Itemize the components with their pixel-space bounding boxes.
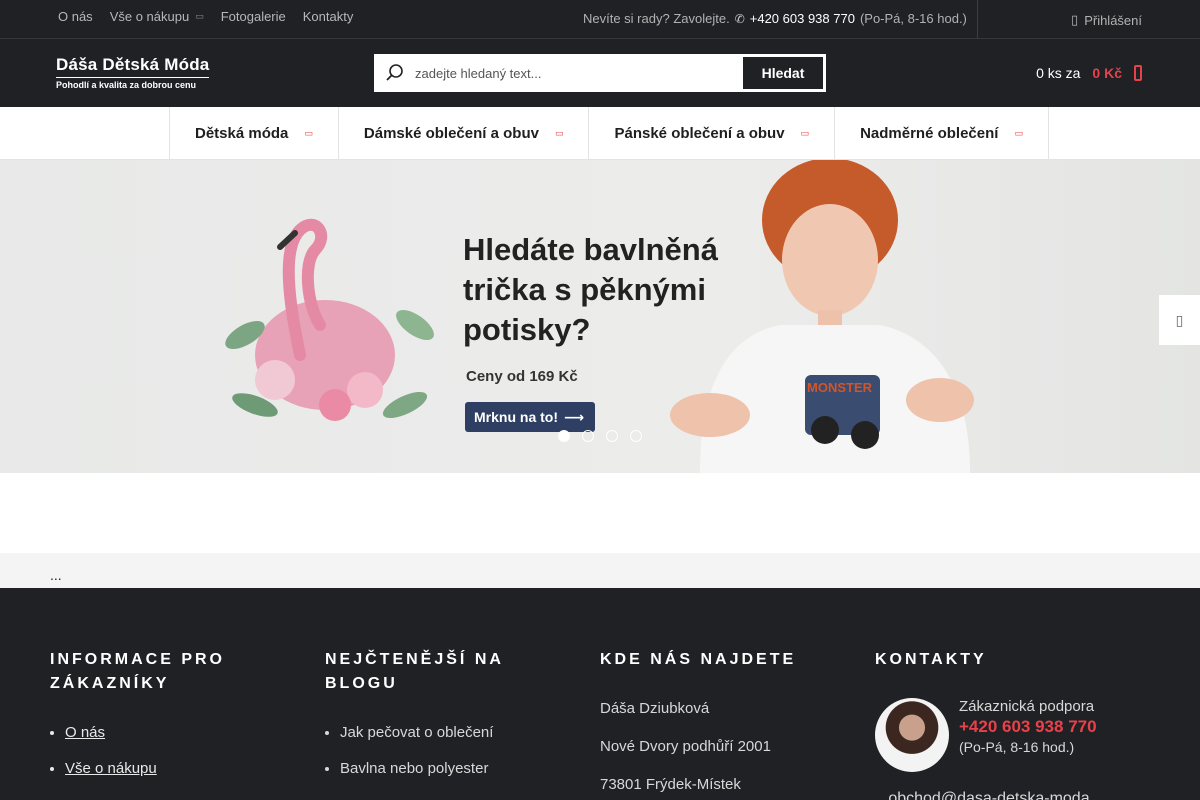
cta-label: Mrknu na to! [474, 409, 558, 425]
slider-dot-3[interactable] [606, 430, 618, 442]
category-label: Nadměrné oblečení [860, 125, 999, 142]
svg-text:MONSTER: MONSTER [807, 380, 873, 395]
footer-blog-list: Jak pečovat o oblečení Bavlna nebo polye… [325, 724, 545, 777]
cart-icon [1134, 65, 1142, 81]
top-nav-kontakty[interactable]: Kontakty [303, 9, 354, 24]
cart-price: 0 Kč [1092, 65, 1122, 81]
category-nadmerne[interactable]: Nadměrné oblečení ▭ [834, 107, 1049, 160]
site-footer: INFORMACE PRO ZÁKAZNÍKY O nás Vše o náku… [0, 588, 1200, 800]
footer-heading: NEJČTENĚJŠÍ NA BLOGU [325, 651, 504, 692]
category-label: Dětská móda [195, 125, 289, 142]
address-line: Dáša Dziubková [600, 700, 710, 717]
top-bar: O nás Vše o nákupu ▭ Fotogalerie Kontakty… [0, 0, 1200, 39]
support-label: Zákaznická podpora [959, 698, 1095, 715]
support-hours: (Po-Pá, 8-16 hod.) [959, 739, 1075, 755]
slider-dots [558, 430, 642, 442]
category-label: Pánské oblečení a obuv [614, 125, 785, 142]
address-line: Nové Dvory podhůří 2001 [600, 738, 771, 755]
slider-dot-1[interactable] [558, 430, 570, 442]
divider [977, 0, 978, 39]
chevron-down-icon: ▭ [800, 128, 810, 138]
side-tab-icon: ▯ [1175, 311, 1184, 328]
helpline: Nevíte si rady? Zavolejte. ✆ +420 603 93… [583, 11, 967, 26]
breadcrumb-text: ... [50, 567, 62, 583]
category-panske[interactable]: Pánské oblečení a obuv ▭ [588, 107, 834, 160]
flamingo-illustration [225, 218, 434, 421]
footer-links: O nás Vše o nákupu [50, 724, 270, 777]
support-info: Zákaznická podpora +420 603 938 770 (Po-… [959, 698, 1097, 772]
banner-price: Ceny od 169 Kč [466, 368, 578, 385]
footer-address: Dáša Dziubková Nové Dvory podhůří 2001 7… [600, 700, 840, 793]
login-label: Přihlášení [1084, 12, 1142, 28]
footer-col-address: KDE NÁS NAJDETE Dáša Dziubková Nové Dvor… [600, 648, 840, 800]
search-icon [375, 55, 415, 91]
footer-col-info: INFORMACE PRO ZÁKAZNÍKY O nás Vše o náku… [50, 648, 270, 796]
top-nav-vse-o-nakupu-label: Vše o nákupu [109, 9, 190, 24]
category-nav: Dětská móda ▭ Dámské oblečení a obuv ▭ Pán… [0, 107, 1200, 160]
search-button[interactable]: Hledat [741, 55, 825, 91]
logo-title: Dáša Dětská Móda [56, 55, 210, 78]
banner-cta-button[interactable]: Mrknu na to! ⟶ [465, 402, 595, 432]
slider-dot-2[interactable] [582, 430, 594, 442]
search-form: Hledat [374, 54, 826, 92]
top-nav-o-nas[interactable]: O nás [58, 9, 93, 24]
arrow-right-icon: ⟶ [564, 408, 585, 425]
login-link[interactable]: ▯ Přihlášení [1071, 12, 1142, 28]
site-logo[interactable]: Dáša Dětská Móda Pohodlí a kvalita za do… [56, 55, 210, 90]
phone-icon: ✆ [734, 11, 745, 26]
top-nav: O nás Vše o nákupu ▭ Fotogalerie Kontakty [58, 9, 353, 24]
support-card: Zákaznická podpora +420 603 938 770 (Po-… [875, 698, 1155, 772]
chevron-down-icon: ▭ [554, 128, 564, 138]
boy-photo: MONSTER [670, 160, 974, 473]
top-nav-fotogalerie[interactable]: Fotogalerie [221, 9, 286, 24]
header-hours: (Po-Pá, 8-16 hod.) [859, 11, 967, 26]
address-line: 73801 Frýdek-Místek [600, 776, 741, 793]
slider-dot-4[interactable] [630, 430, 642, 442]
chevron-down-icon: ▭ [304, 128, 313, 138]
avatar [875, 698, 949, 772]
footer-link-vse-o-nakupu[interactable]: Vše o nákupu [65, 760, 270, 777]
top-nav-vse-o-nakupu[interactable]: Vše o nákupu ▭ [110, 9, 204, 24]
support-phone[interactable]: +420 603 938 770 [959, 717, 1097, 737]
category-damske[interactable]: Dámské oblečení a obuv ▭ [337, 107, 589, 160]
footer-blog-item[interactable]: Jak pečovat o oblečení [340, 724, 545, 741]
footer-heading: KDE NÁS NAJDETE [600, 651, 797, 668]
footer-heading: INFORMACE PRO ZÁKAZNÍKY [50, 651, 225, 692]
side-tab-button[interactable]: ▯ [1159, 295, 1200, 345]
category-detska-moda[interactable]: Dětská móda ▭ [169, 107, 338, 160]
cart-count: 0 ks za [1036, 65, 1081, 81]
chevron-down-icon: ▭ [1014, 128, 1023, 138]
footer-link-o-nas[interactable]: O nás [65, 724, 270, 741]
chevron-down-icon: ▭ [195, 11, 204, 21]
hero-banner[interactable]: Hledáte bavlněná trička s pěknými potisk… [0, 160, 1200, 473]
footer-blog-item[interactable]: Bavlna nebo polyester [340, 760, 545, 777]
footer-col-blog: NEJČTENĚJŠÍ NA BLOGU Jak pečovat o obleč… [325, 648, 545, 796]
breadcrumb: ... [0, 553, 1200, 588]
help-text: Nevíte si rady? Zavolejte. [583, 11, 730, 26]
footer-heading: KONTAKTY [875, 651, 987, 668]
header-phone-link[interactable]: +420 603 938 770 [750, 11, 855, 26]
footer-email[interactable]: ...obchod@dasa-detska-moda... [875, 790, 1103, 800]
category-label: Dámské oblečení a obuv [363, 125, 539, 142]
main-header: Dáša Dětská Móda Pohodlí a kvalita za do… [0, 39, 1200, 107]
user-icon: ▯ [1071, 12, 1079, 27]
search-input[interactable] [415, 55, 741, 91]
logo-tagline: Pohodlí a kvalita za dobrou cenu [56, 80, 197, 90]
footer-col-contacts: KONTAKTY Zákaznická podpora +420 603 938… [875, 648, 1155, 772]
cart-summary[interactable]: 0 ks za 0 Kč [1036, 65, 1142, 81]
